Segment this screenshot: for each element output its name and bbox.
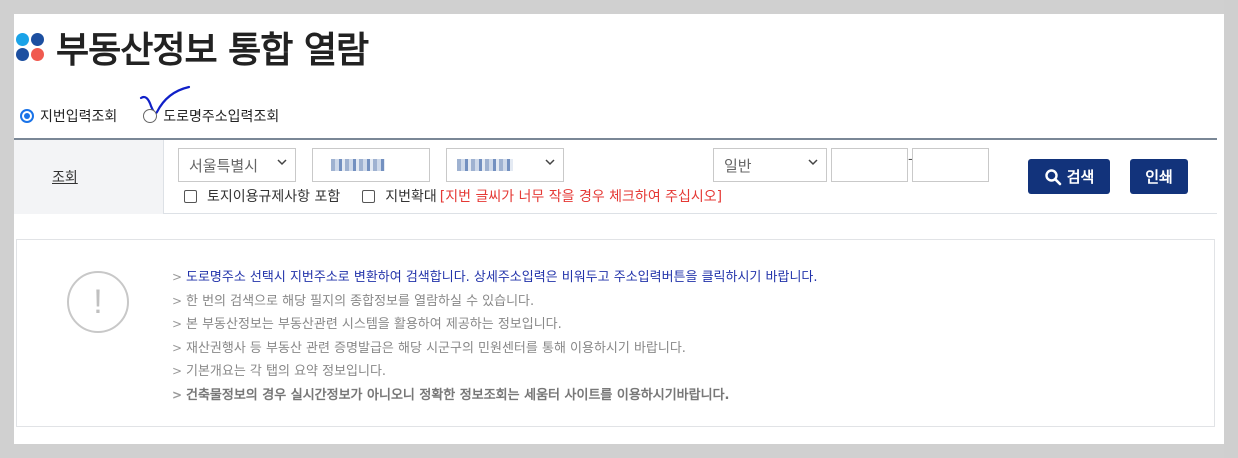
redacted-district-value xyxy=(331,159,385,171)
enlarge-note: [지번 글씨가 너무 작을 경우 체크하여 주십시오] xyxy=(439,189,723,205)
land-type-select[interactable]: 일반 xyxy=(713,148,827,182)
search-icon xyxy=(1044,168,1061,185)
print-button[interactable]: 인쇄 xyxy=(1130,159,1188,194)
lookup-mode-group: 지번입력조회 도로명주소입력조회 xyxy=(20,106,305,126)
radio-road-address[interactable]: 도로명주소입력조회 xyxy=(143,106,279,126)
checkbox-enlarge-control[interactable] xyxy=(362,189,376,203)
city-select[interactable]: 서울특별시 xyxy=(178,148,296,182)
exclamation-icon: ! xyxy=(67,271,129,333)
radio-road-address-control[interactable] xyxy=(143,109,158,123)
info-item: > 재산권행사 등 부동산 관련 증명발급은 해당 시군구의 민원센터를 통해 이… xyxy=(172,340,686,356)
checkbox-enlarge[interactable]: 지번확대 [지번 글씨가 너무 작을 경우 체크하여 주십시오] xyxy=(362,186,722,206)
logo-dots-icon xyxy=(14,31,46,63)
page-title: 부동산정보 통합 열람 xyxy=(56,30,369,71)
chevron-down-icon xyxy=(808,159,818,166)
sub-number-input[interactable] xyxy=(912,148,989,182)
print-button-label: 인쇄 xyxy=(1145,168,1173,186)
radio-jibun[interactable]: 지번입력조회 xyxy=(20,106,117,126)
info-item: > 도로명주소 선택시 지번주소로 변환하여 검색합니다. 상세주소입력은 비워두… xyxy=(172,270,818,285)
options-row: 토지이용규제사항 포함 지번확대 [지번 글씨가 너무 작을 경우 체크하여 주… xyxy=(184,186,744,206)
title-row: 부동산정보 통합 열람 xyxy=(14,22,369,72)
checkbox-enlarge-label: 지번확대 xyxy=(385,189,437,205)
city-select-value: 서울특별시 xyxy=(189,156,259,175)
search-panel: 조회 서울특별시 일반 - 검색 인쇄 토지이용규제사항 포함 지번확대 [지번… xyxy=(14,138,1217,214)
search-button[interactable]: 검색 xyxy=(1028,159,1110,194)
radio-jibun-label: 지번입력조회 xyxy=(40,109,118,125)
radio-road-address-label: 도로명주소입력조회 xyxy=(163,109,280,125)
info-box: ! > 도로명주소 선택시 지번주소로 변환하여 검색합니다. 상세주소입력은 비… xyxy=(16,239,1215,427)
search-label: 조회 xyxy=(52,170,78,186)
land-type-select-value: 일반 xyxy=(724,156,752,175)
page-container: 부동산정보 통합 열람 지번입력조회 도로명주소입력조회 조회 서울특별시 일반… xyxy=(14,14,1224,444)
main-number-input[interactable] xyxy=(831,148,908,182)
info-item: > 본 부동산정보는 부동산관련 시스템을 활용하여 제공하는 정보입니다. xyxy=(172,317,562,332)
chevron-down-icon xyxy=(277,159,287,166)
checkbox-land-use-label: 토지이용규제사항 포함 xyxy=(207,189,341,205)
info-item: > 한 번의 검색으로 해당 필지의 종합정보를 열람하실 수 있습니다. xyxy=(172,293,535,309)
chevron-down-icon xyxy=(545,159,555,166)
info-list: > 도로명주소 선택시 지번주소로 변환하여 검색합니다. 상세주소입력은 비워두… xyxy=(172,266,818,407)
redacted-dong-value xyxy=(457,159,513,171)
info-item: > 건축물정보의 경우 실시간정보가 아니오니 정확한 정보조회는 세움터 사이트… xyxy=(172,387,730,403)
radio-jibun-control[interactable] xyxy=(20,109,34,123)
district-select[interactable] xyxy=(312,148,430,182)
search-label-cell: 조회 xyxy=(14,140,164,214)
checkbox-land-use[interactable]: 토지이용규제사항 포함 xyxy=(184,186,340,206)
dong-select[interactable] xyxy=(446,148,564,182)
window-scrollbar[interactable] xyxy=(1224,0,1238,458)
info-item: > 기본개요는 각 탭의 요약 정보입니다. xyxy=(172,364,387,379)
checkbox-land-use-control[interactable] xyxy=(184,189,197,203)
search-button-label: 검색 xyxy=(1066,168,1095,186)
